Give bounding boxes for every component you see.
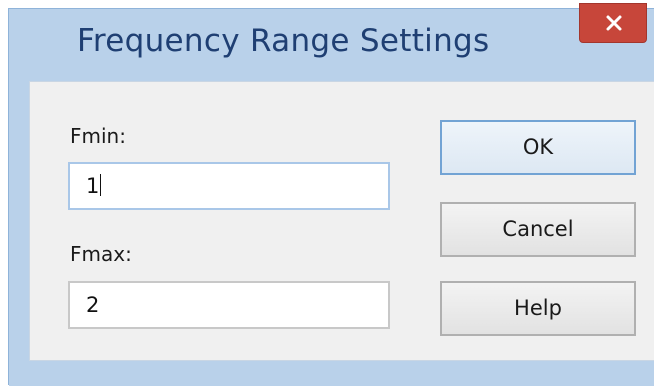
help-button[interactable]: Help — [440, 281, 636, 336]
fmin-value: 1 — [86, 174, 100, 198]
ok-button[interactable]: OK — [440, 120, 636, 175]
dialog-body: Fmin: 1 Fmax: 2 OK Cancel Help — [29, 81, 654, 361]
text-caret — [100, 174, 102, 196]
window-frame-bottom — [9, 361, 654, 386]
fmax-input[interactable]: 2 — [68, 281, 390, 329]
dialog-title: Frequency Range Settings — [77, 23, 490, 59]
fmin-input[interactable]: 1 — [68, 162, 390, 210]
dialog-window: Frequency Range Settings Fmin: 1 Fmax: 2… — [8, 3, 654, 386]
fmax-label: Fmax: — [70, 242, 132, 266]
fmax-value: 2 — [86, 293, 100, 317]
fmin-label: Fmin: — [70, 124, 126, 148]
close-icon — [606, 15, 622, 31]
title-bar[interactable]: Frequency Range Settings — [9, 3, 654, 77]
cancel-button[interactable]: Cancel — [440, 202, 636, 257]
close-button[interactable] — [579, 3, 647, 43]
